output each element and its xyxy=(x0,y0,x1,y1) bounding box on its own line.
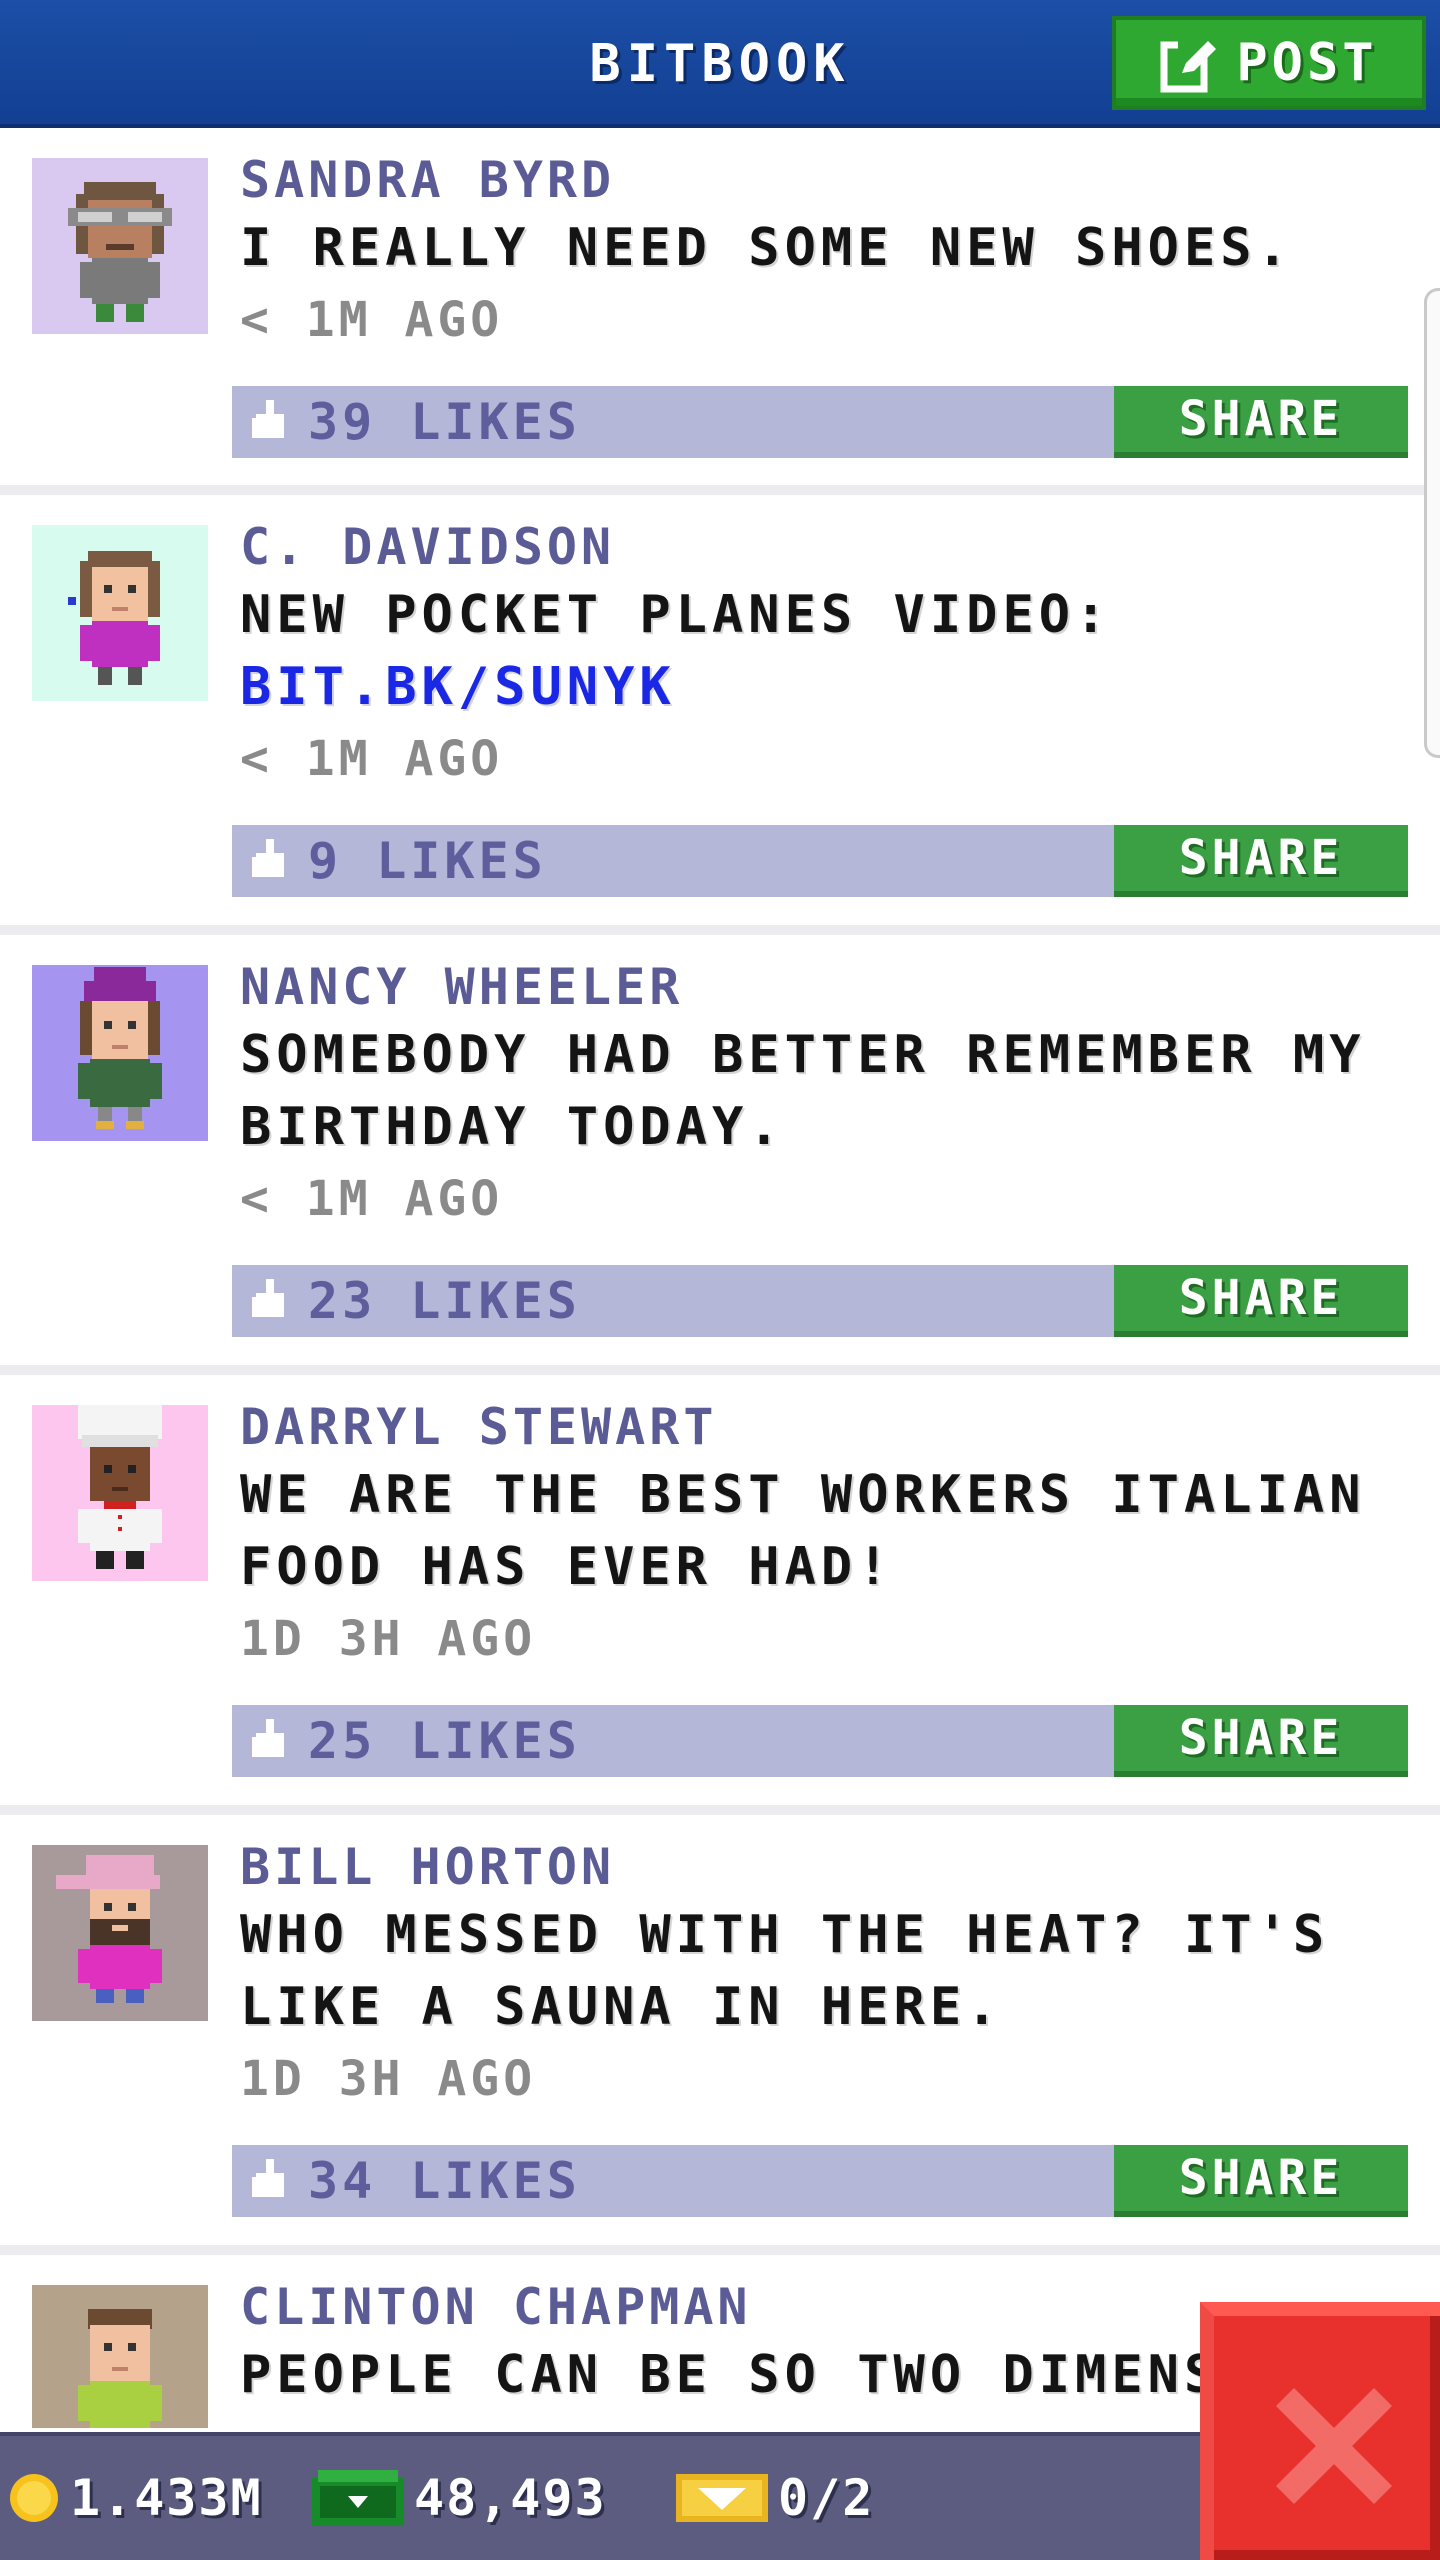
avatar xyxy=(32,158,208,334)
post-timestamp: < 1M AGO xyxy=(240,731,504,787)
share-button[interactable]: SHARE xyxy=(1114,825,1408,897)
coin-icon xyxy=(8,2472,60,2524)
edit-icon xyxy=(1160,33,1220,93)
likes-count: 25 LIKES xyxy=(308,1712,581,1770)
thumbs-up-icon[interactable] xyxy=(248,1719,292,1767)
post-item: DARRYL STEWART WE ARE THE BEST WORKERS I… xyxy=(0,1375,1440,1815)
thumbs-up-icon[interactable] xyxy=(248,400,292,448)
likes-bar: 25 LIKES SHARE xyxy=(232,1705,1408,1777)
likes-bar: 23 LIKES SHARE xyxy=(232,1265,1408,1337)
post-body: C. DAVIDSON NEW POCKET PLANES VIDEO: BIT.… xyxy=(232,518,1408,901)
post-button-label: POST xyxy=(1236,33,1378,93)
post-timestamp: < 1M AGO xyxy=(240,292,504,348)
post-link[interactable]: BIT.BK/SUNYK xyxy=(240,657,676,717)
tickets-stat[interactable]: 0/2 xyxy=(676,2436,874,2560)
post-message-text: WE ARE THE BEST WORKERS ITALIAN FOOD HAS… xyxy=(240,1465,1402,1597)
post-button[interactable]: POST xyxy=(1112,16,1426,110)
share-button[interactable]: SHARE xyxy=(1114,1705,1408,1777)
post-item: C. DAVIDSON NEW POCKET PLANES VIDEO: BIT.… xyxy=(0,495,1440,935)
coins-value: 1.433M xyxy=(70,2469,263,2527)
close-button[interactable] xyxy=(1200,2302,1440,2560)
post-timestamp: < 1M AGO xyxy=(240,1171,504,1227)
post-author[interactable]: SANDRA BYRD xyxy=(240,148,1408,212)
share-button[interactable]: SHARE xyxy=(1114,2145,1408,2217)
thumbs-up-icon[interactable] xyxy=(248,2159,292,2207)
post-message-text: I REALLY NEED SOME NEW SHOES. xyxy=(240,218,1293,278)
post-message: WE ARE THE BEST WORKERS ITALIAN FOOD HAS… xyxy=(240,1459,1408,1603)
bux-value: 48,493 xyxy=(414,2469,607,2527)
bux-stat[interactable]: 48,493 xyxy=(312,2436,607,2560)
app-header: BITBOOK POST xyxy=(0,0,1440,128)
bux-icon xyxy=(312,2470,404,2526)
avatar xyxy=(32,1405,208,1581)
avatar xyxy=(32,1845,208,2021)
thumbs-up-icon[interactable] xyxy=(248,839,292,887)
post-feed[interactable]: SANDRA BYRD I REALLY NEED SOME NEW SHOES… xyxy=(0,128,1440,2428)
post-message-text: SOMEBODY HAD BETTER REMEMBER MY BIRTHDAY… xyxy=(240,1025,1402,1157)
scrollbar[interactable] xyxy=(1424,288,1440,758)
likes-count: 34 LIKES xyxy=(308,2152,581,2210)
post-message-text: WHO MESSED WITH THE HEAT? IT'S LIKE A SA… xyxy=(240,1905,1366,2037)
coins-stat[interactable]: 1.433M xyxy=(8,2436,263,2560)
avatar xyxy=(32,2285,208,2428)
post-message-text: NEW POCKET PLANES VIDEO: xyxy=(240,585,1112,645)
post-item: SANDRA BYRD I REALLY NEED SOME NEW SHOES… xyxy=(0,128,1440,495)
post-body: SANDRA BYRD I REALLY NEED SOME NEW SHOES… xyxy=(232,151,1408,461)
post-timestamp: 1D 3H AGO xyxy=(240,2051,537,2107)
post-author[interactable]: NANCY WHEELER xyxy=(240,955,1408,1019)
post-item: NANCY WHEELER SOMEBODY HAD BETTER REMEMB… xyxy=(0,935,1440,1375)
likes-count: 39 LIKES xyxy=(308,393,581,451)
tickets-value: 0/2 xyxy=(778,2469,875,2527)
post-author[interactable]: C. DAVIDSON xyxy=(240,515,1408,579)
share-button[interactable]: SHARE xyxy=(1114,1265,1408,1337)
likes-bar: 34 LIKES SHARE xyxy=(232,2145,1408,2217)
post-author[interactable]: DARRYL STEWART xyxy=(240,1395,1408,1459)
post-body: BILL HORTON WHO MESSED WITH THE HEAT? IT… xyxy=(232,1838,1408,2221)
post-message: I REALLY NEED SOME NEW SHOES. xyxy=(240,212,1408,284)
share-button[interactable]: SHARE xyxy=(1114,386,1408,458)
post-message-text: PEOPLE CAN BE SO TWO DIMENS xyxy=(240,2345,1221,2405)
likes-bar: 9 LIKES SHARE xyxy=(232,825,1408,897)
post-author[interactable]: BILL HORTON xyxy=(240,1835,1408,1899)
post-body: NANCY WHEELER SOMEBODY HAD BETTER REMEMB… xyxy=(232,958,1408,1341)
close-icon xyxy=(1276,2388,1392,2504)
avatar xyxy=(32,525,208,701)
ticket-icon xyxy=(676,2470,768,2526)
likes-count: 9 LIKES xyxy=(308,832,547,890)
post-message: SOMEBODY HAD BETTER REMEMBER MY BIRTHDAY… xyxy=(240,1019,1408,1163)
post-item: BILL HORTON WHO MESSED WITH THE HEAT? IT… xyxy=(0,1815,1440,2255)
post-message: NEW POCKET PLANES VIDEO: BIT.BK/SUNYK xyxy=(240,579,1408,723)
likes-bar: 39 LIKES SHARE xyxy=(232,386,1408,458)
post-message: WHO MESSED WITH THE HEAT? IT'S LIKE A SA… xyxy=(240,1899,1408,2043)
likes-count: 23 LIKES xyxy=(308,1272,581,1330)
post-timestamp: 1D 3H AGO xyxy=(240,1611,537,1667)
post-body: DARRYL STEWART WE ARE THE BEST WORKERS I… xyxy=(232,1398,1408,1781)
thumbs-up-icon[interactable] xyxy=(248,1279,292,1327)
avatar xyxy=(32,965,208,1141)
